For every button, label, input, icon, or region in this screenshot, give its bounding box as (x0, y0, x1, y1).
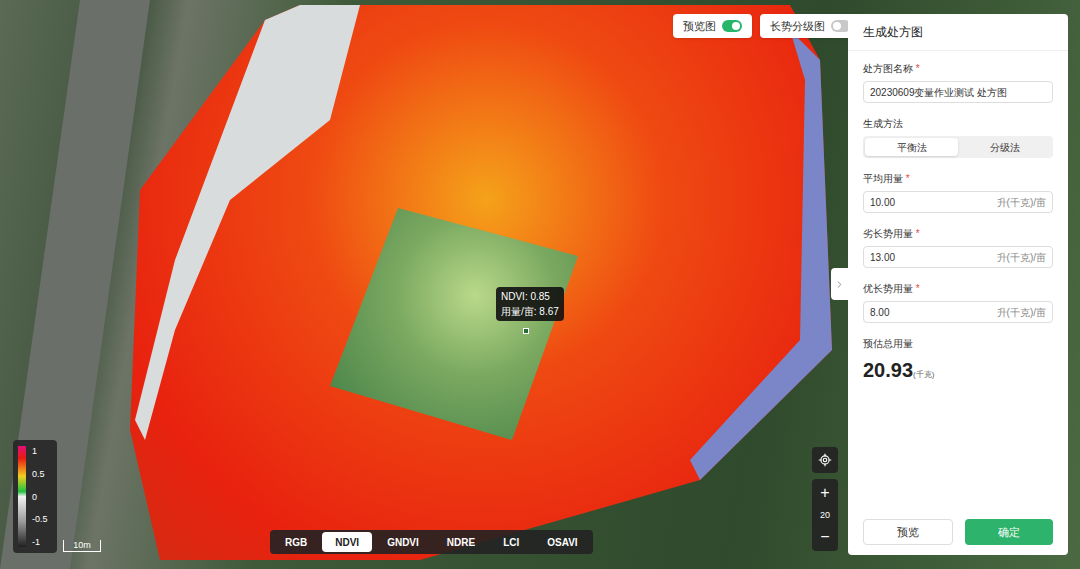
method-segment: 平衡法分级法 (863, 136, 1053, 158)
dose-value: 10.00 (870, 195, 895, 210)
index-tab[interactable]: LCI (490, 532, 532, 552)
dose-unit: 升(千克)/亩 (997, 250, 1046, 265)
field-label: 生成方法 (863, 116, 1053, 131)
index-tabs: RGBNDVIGNDVINDRELCIOSAVI (270, 530, 593, 554)
zoom-out-button[interactable]: − (820, 525, 829, 549)
field-label: 预估总用量 (863, 336, 1053, 351)
switch[interactable] (722, 20, 742, 32)
legend-tick: -0.5 (32, 514, 48, 524)
legend-ticks: 1 0.5 0 -0.5 -1 (32, 446, 48, 547)
switch-knob (732, 22, 740, 30)
preview-button[interactable]: 预览 (863, 519, 953, 545)
index-tab[interactable]: OSAVI (534, 532, 590, 552)
legend-tick: -1 (32, 537, 48, 547)
scale-bar: 10m (63, 540, 101, 552)
name-input[interactable]: 20230609变量作业测试 处方图 (863, 81, 1053, 103)
total-value: 20.93 (863, 359, 913, 381)
scale-label: 10m (73, 540, 91, 551)
total-value-row: 20.93(千克) (863, 359, 1053, 381)
confirm-button[interactable]: 确定 (965, 519, 1053, 545)
dose-input[interactable]: 10.00 升(千克)/亩 (863, 191, 1053, 213)
panel-title: 生成处方图 (848, 14, 1068, 51)
legend-tick: 0 (32, 492, 48, 502)
zoom-box: +20− (812, 479, 838, 551)
panel-body: 处方图名称 * 20230609变量作业测试 处方图生成方法平衡法分级法平均用量 … (848, 51, 1068, 519)
legend-tick: 1 (32, 446, 48, 456)
toggle-label: 长势分级图 (770, 18, 825, 35)
method-field: 生成方法平衡法分级法 (863, 116, 1053, 158)
map-controls: +20− (812, 447, 838, 551)
method-option[interactable]: 分级法 (958, 138, 1051, 156)
total-field: 预估总用量 20.93(千克) (863, 336, 1053, 381)
index-tab[interactable]: RGB (272, 532, 320, 552)
field-label: 劣长势用量 * (863, 226, 1053, 241)
zoom-level: 20 (820, 505, 830, 525)
field-label: 平均用量 * (863, 171, 1053, 186)
field-label: 优长势用量 * (863, 281, 1053, 296)
legend-gradient (18, 446, 26, 547)
dose-field: 劣长势用量 * 13.00 升(千克)/亩 (863, 226, 1053, 268)
prescription-panel: 生成处方图处方图名称 * 20230609变量作业测试 处方图生成方法平衡法分级法… (848, 14, 1068, 555)
dose-value: 13.00 (870, 250, 895, 265)
dose-value: 8.00 (870, 305, 889, 320)
collapse-button[interactable] (831, 268, 848, 300)
zoom-in-button[interactable]: + (820, 481, 829, 505)
toggle-bar: 预览图 长势分级图 (673, 14, 861, 38)
legend-tick: 0.5 (32, 469, 48, 479)
switch-knob (833, 22, 841, 30)
legend: 1 0.5 0 -0.5 -1 (13, 440, 57, 553)
chevron-right-icon (834, 279, 845, 290)
dose-input[interactable]: 13.00 升(千克)/亩 (863, 246, 1053, 268)
index-tab[interactable]: GNDVI (374, 532, 432, 552)
dose-input[interactable]: 8.00 升(千克)/亩 (863, 301, 1053, 323)
field-label: 处方图名称 * (863, 61, 1053, 76)
tooltip-line: NDVI: 0.85 (501, 290, 559, 303)
total-unit: (千克) (913, 369, 934, 381)
toggle[interactable]: 长势分级图 (760, 14, 861, 38)
index-tab[interactable]: NDVI (322, 532, 372, 552)
locate-icon (818, 453, 832, 467)
index-tab[interactable]: NDRE (434, 532, 488, 552)
point-marker-icon (523, 328, 529, 334)
dose-field: 优长势用量 * 8.00 升(千克)/亩 (863, 281, 1053, 323)
tooltip: NDVI: 0.85 用量/亩: 8.67 (496, 287, 564, 321)
dose-unit: 升(千克)/亩 (997, 305, 1046, 320)
tooltip-line: 用量/亩: 8.67 (501, 305, 559, 318)
panel-buttons: 预览确定 (848, 519, 1068, 555)
toggle-label: 预览图 (683, 18, 716, 35)
name-field: 处方图名称 * 20230609变量作业测试 处方图 (863, 61, 1053, 103)
toggle[interactable]: 预览图 (673, 14, 752, 38)
method-option[interactable]: 平衡法 (865, 138, 958, 156)
dose-field: 平均用量 * 10.00 升(千克)/亩 (863, 171, 1053, 213)
app: NDVI: 0.85用量/亩: 8.67预览图长势分级图10.50-0.5-11… (0, 0, 1080, 569)
dose-unit: 升(千克)/亩 (997, 195, 1046, 210)
locate-button[interactable] (812, 447, 838, 473)
